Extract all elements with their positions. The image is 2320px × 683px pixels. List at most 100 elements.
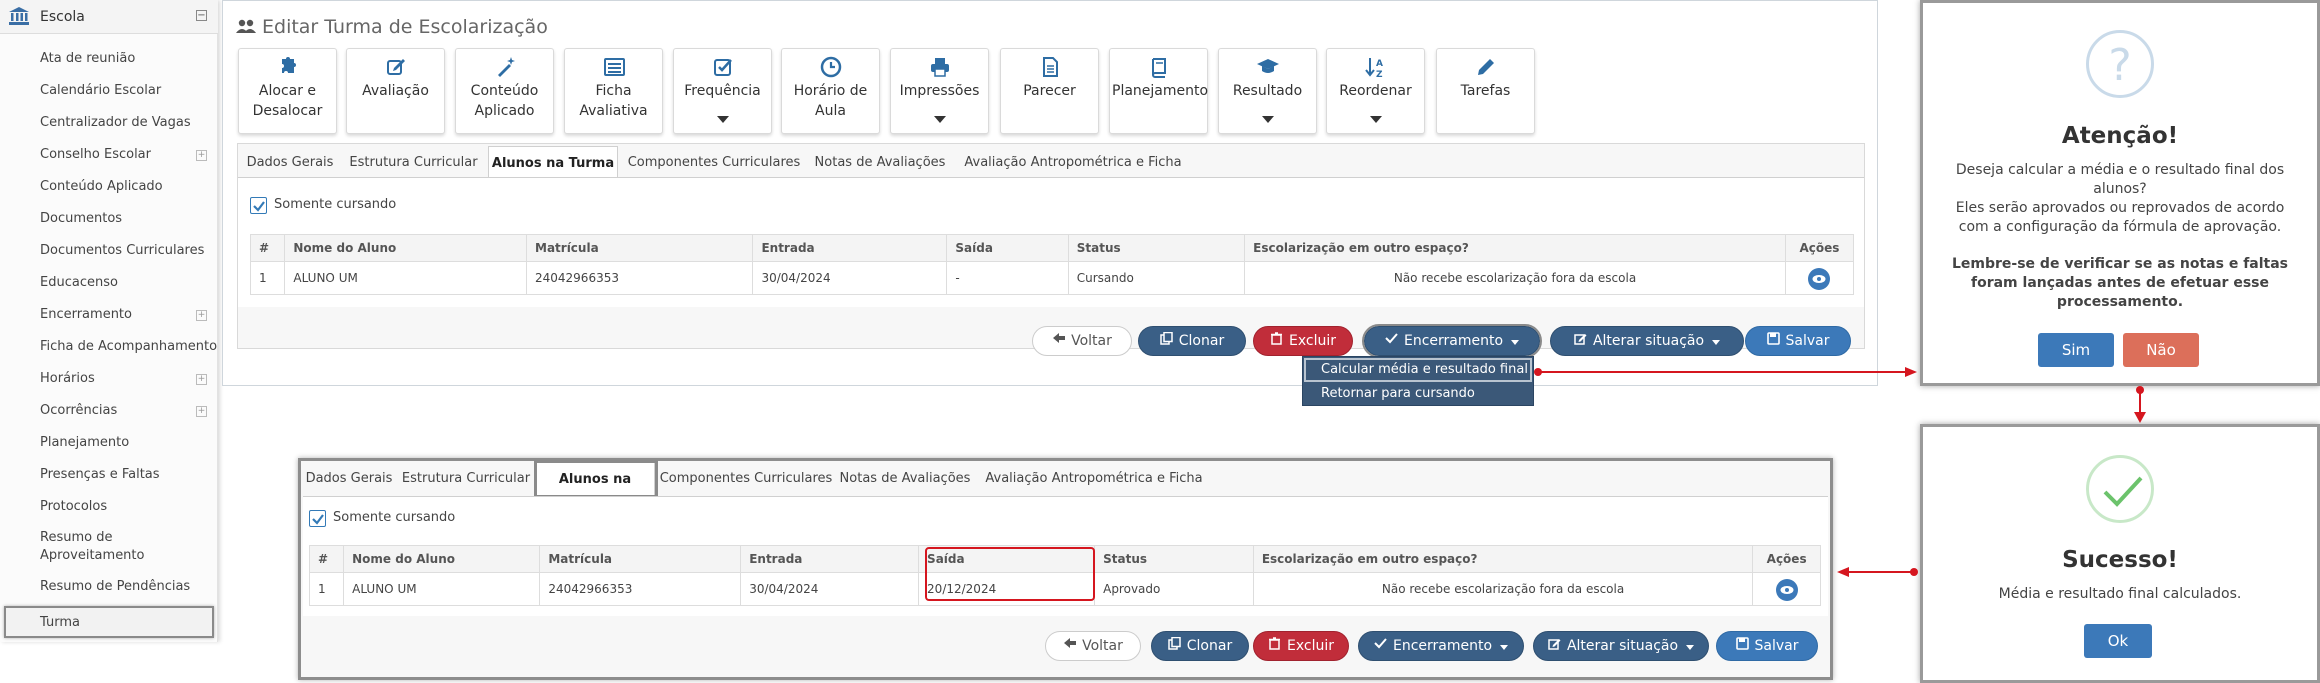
toolbar-hor-rio-debutton[interactable]: Horário de Aula [781,48,880,134]
sidebar-item-centralizador-de-vagas[interactable]: Centralizador de Vagas [0,107,218,139]
toolbar-parecerbutton[interactable]: Parecer [1000,48,1099,134]
toolbar-conte-dobutton[interactable]: Conteúdo Aplicado [455,48,554,134]
edit-icon [347,55,444,83]
result-tab-componentes-curriculares[interactable]: Componentes Curriculares [658,462,834,496]
excluir-button[interactable]: Excluir [1253,326,1353,356]
sidebar-item-ficha-de-acompanhamento[interactable]: Ficha de Acompanhamento [0,331,218,363]
result-salvar-button[interactable]: Salvar [1716,631,1818,661]
clock-icon [782,55,879,83]
caret-down-icon [1219,113,1316,127]
table-header: Status [1067,234,1246,262]
sidebar-item-label: Presenças e Faltas [40,467,160,482]
table-header: Nome do Aluno [343,545,541,573]
button-label: Clonar [1186,638,1233,654]
dropdown-item-calcular[interactable]: Calcular média e resultado final [1303,359,1533,381]
clonar-button[interactable]: Clonar [1138,326,1246,356]
sidebar-item-encerramento[interactable]: Encerramento + [0,299,218,331]
annotation-dot [1534,368,1542,376]
nao-button[interactable]: Não [2123,333,2199,367]
caret-down-icon [674,113,771,127]
result-tab-avaliacao-antropometrica-e-ficha-medica[interactable]: Avaliação Antropométrica e Ficha Médica [974,462,1214,520]
result-tab-dados-gerais[interactable]: Dados Gerais [302,462,396,496]
sim-button[interactable]: Sim [2038,333,2114,367]
sidebar-item-documentos-curriculares[interactable]: Documentos Curriculares [0,235,218,267]
expand-icon[interactable]: + [196,310,207,321]
sidebar-item-calend-rio-escolar[interactable]: Calendário Escolar [0,75,218,107]
tab-alunos-na-turma[interactable]: Alunos na Turma [488,146,618,180]
sidebar-item-educacenso[interactable]: Educacenso [0,267,218,299]
sidebar-item-label: Resumo de Aproveitamento [40,530,145,563]
tab-dados-gerais[interactable]: Dados Gerais [242,146,338,180]
result-encerramento-button[interactable]: Encerramento [1358,631,1524,661]
result-alterar-button[interactable]: Alterar situação [1533,631,1709,661]
sidebar-item-presen-as-e-faltas[interactable]: Presenças e Faltas [0,459,218,491]
sidebar-item-ata-de-reuni-o[interactable]: Ata de reunião [0,43,218,75]
sidebar-item-resumo-de[interactable]: Resumo de Aproveitamento [0,530,218,571]
view-eye-icon[interactable] [1808,267,1831,290]
sidebar-item-label: Educacenso [40,275,118,290]
result-excluir-button[interactable]: Excluir [1253,631,1349,661]
sidebar-header[interactable]: Escola − [0,0,218,34]
toolbar-impress-esbutton[interactable]: Impressões [890,48,989,134]
sidebar-item-ocorr-ncias[interactable]: Ocorrências + [0,395,218,427]
voltar-button[interactable]: Voltar [1032,326,1132,356]
result-voltar-button[interactable]: Voltar [1045,631,1141,661]
page-title: Editar Turma de Escolarização [262,16,548,38]
save-icon [1735,632,1749,660]
toolbar-avalia-obutton[interactable]: Avaliação [346,48,445,134]
toolbar-tarefasbutton[interactable]: Tarefas [1436,48,1535,134]
caret-down-icon [1686,632,1695,660]
view-eye-icon[interactable] [1775,578,1798,601]
success-modal: Sucesso! Média e resultado final calcula… [1920,424,2320,683]
sidebar-item-documentos[interactable]: Documentos [0,203,218,235]
alterar-button[interactable]: Alterar situação [1550,326,1744,356]
list-icon [565,55,662,83]
tab-estrutura-curricular[interactable]: Estrutura Curricular [343,146,484,180]
ok-button[interactable]: Ok [2084,624,2152,658]
expand-icon[interactable]: + [196,150,207,161]
sidebar-item-label: Centralizador de Vagas [40,115,191,130]
sidebar-item-label: Documentos Curriculares [40,243,205,258]
result-clonar-button[interactable]: Clonar [1151,631,1249,661]
confirm-modal: ? Atenção! Deseja calcular a média e o r… [1920,0,2320,386]
expand-icon[interactable]: + [196,406,207,417]
toolbar-fichabutton[interactable]: Ficha Avaliativa [564,48,663,134]
tab-avaliacao-antropometrica-e-ficha-medica[interactable]: Avaliação Antropométrica e Ficha Médica [953,146,1193,204]
toolbar-button-label: Resultado [1232,83,1303,99]
result-tab-estrutura-curricular[interactable]: Estrutura Curricular [401,462,531,496]
sidebar-item-resumo-de-pend-ncias[interactable]: Resumo de Pendências [0,571,218,603]
sidebar-item-planejamento[interactable]: Planejamento [0,427,218,459]
salvar-button[interactable]: Salvar [1745,326,1851,356]
somente-cursando-checkbox[interactable] [250,197,267,214]
toolbar-alocar-ebutton[interactable]: Alocar e Desalocar [238,48,337,134]
caret-down-icon [1500,632,1509,660]
toolbar-reordenarbutton[interactable]: A Z Reordenar [1326,48,1425,134]
sidebar-item-label: Protocolos [40,499,108,514]
annotation-dot [2136,386,2144,394]
table-header: Ações [1784,234,1855,262]
tab-notas-de-avaliacoes[interactable]: Notas de Avaliações [811,146,949,180]
toolbar-planejamentobutton[interactable]: Planejamento [1109,48,1208,134]
expand-icon[interactable]: + [196,374,207,385]
table-header: Status [1094,545,1254,573]
sidebar-item-conselho-escolar[interactable]: Conselho Escolar + [0,139,218,171]
tab-componentes-curriculares[interactable]: Componentes Curriculares [621,146,807,180]
sidebar-item-protocolos[interactable]: Protocolos [0,491,218,523]
sidebar-item-turma[interactable]: Turma [0,607,218,639]
copy-icon [1168,632,1181,660]
table-header: Escolarização em outro espaço? [1252,545,1754,573]
toolbar-frequ-nciabutton[interactable]: Frequência [673,48,772,134]
toolbar-resultadobutton[interactable]: Resultado [1218,48,1317,134]
result-somente-cursando-checkbox[interactable] [309,510,326,527]
puzzle-icon [239,55,336,83]
collapse-icon[interactable]: − [196,10,207,21]
sidebar-item-hor-rios[interactable]: Horários + [0,363,218,395]
result-tab-notas-de-avaliacoes[interactable]: Notas de Avaliações [839,462,971,496]
sidebar-item-conte-do-aplicado[interactable]: Conteúdo Aplicado [0,171,218,203]
annotation-arrowhead-icon [1837,567,1849,577]
copy-icon [1160,327,1173,355]
annotation-arrowhead-icon [2134,412,2146,423]
toolbar-button-label: Ficha Avaliativa [579,83,648,119]
dropdown-item-retornar[interactable]: Retornar para cursando [1303,383,1533,405]
toolbar-button-label: Frequência [684,83,761,99]
